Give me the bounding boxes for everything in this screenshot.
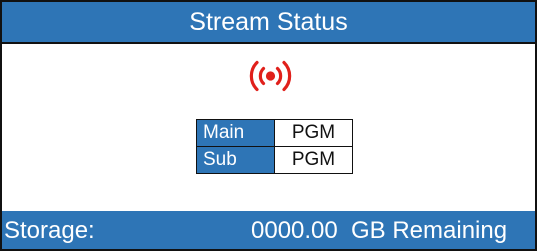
- stream-value-sub: PGM: [274, 146, 353, 174]
- storage-label: Storage:: [4, 217, 95, 244]
- stream-status-panel: Stream Status Main PGM Sub PGM Storage: …: [0, 0, 537, 251]
- stream-value-main: PGM: [274, 119, 353, 147]
- broadcast-icon: [249, 60, 292, 92]
- storage-bar: Storage: 0000.00 GB Remaining: [0, 211, 537, 251]
- storage-unit: GB Remaining: [351, 217, 508, 244]
- stream-row-sub: Sub PGM: [196, 146, 353, 174]
- stream-status-body: Main PGM Sub PGM: [0, 44, 537, 211]
- storage-value: 0000.00: [251, 217, 338, 244]
- stream-status-table: Main PGM Sub PGM: [196, 119, 353, 174]
- stream-label-sub: Sub: [196, 146, 275, 174]
- stream-row-main: Main PGM: [196, 119, 353, 147]
- stream-label-main: Main: [196, 119, 275, 147]
- panel-title: Stream Status: [0, 0, 537, 44]
